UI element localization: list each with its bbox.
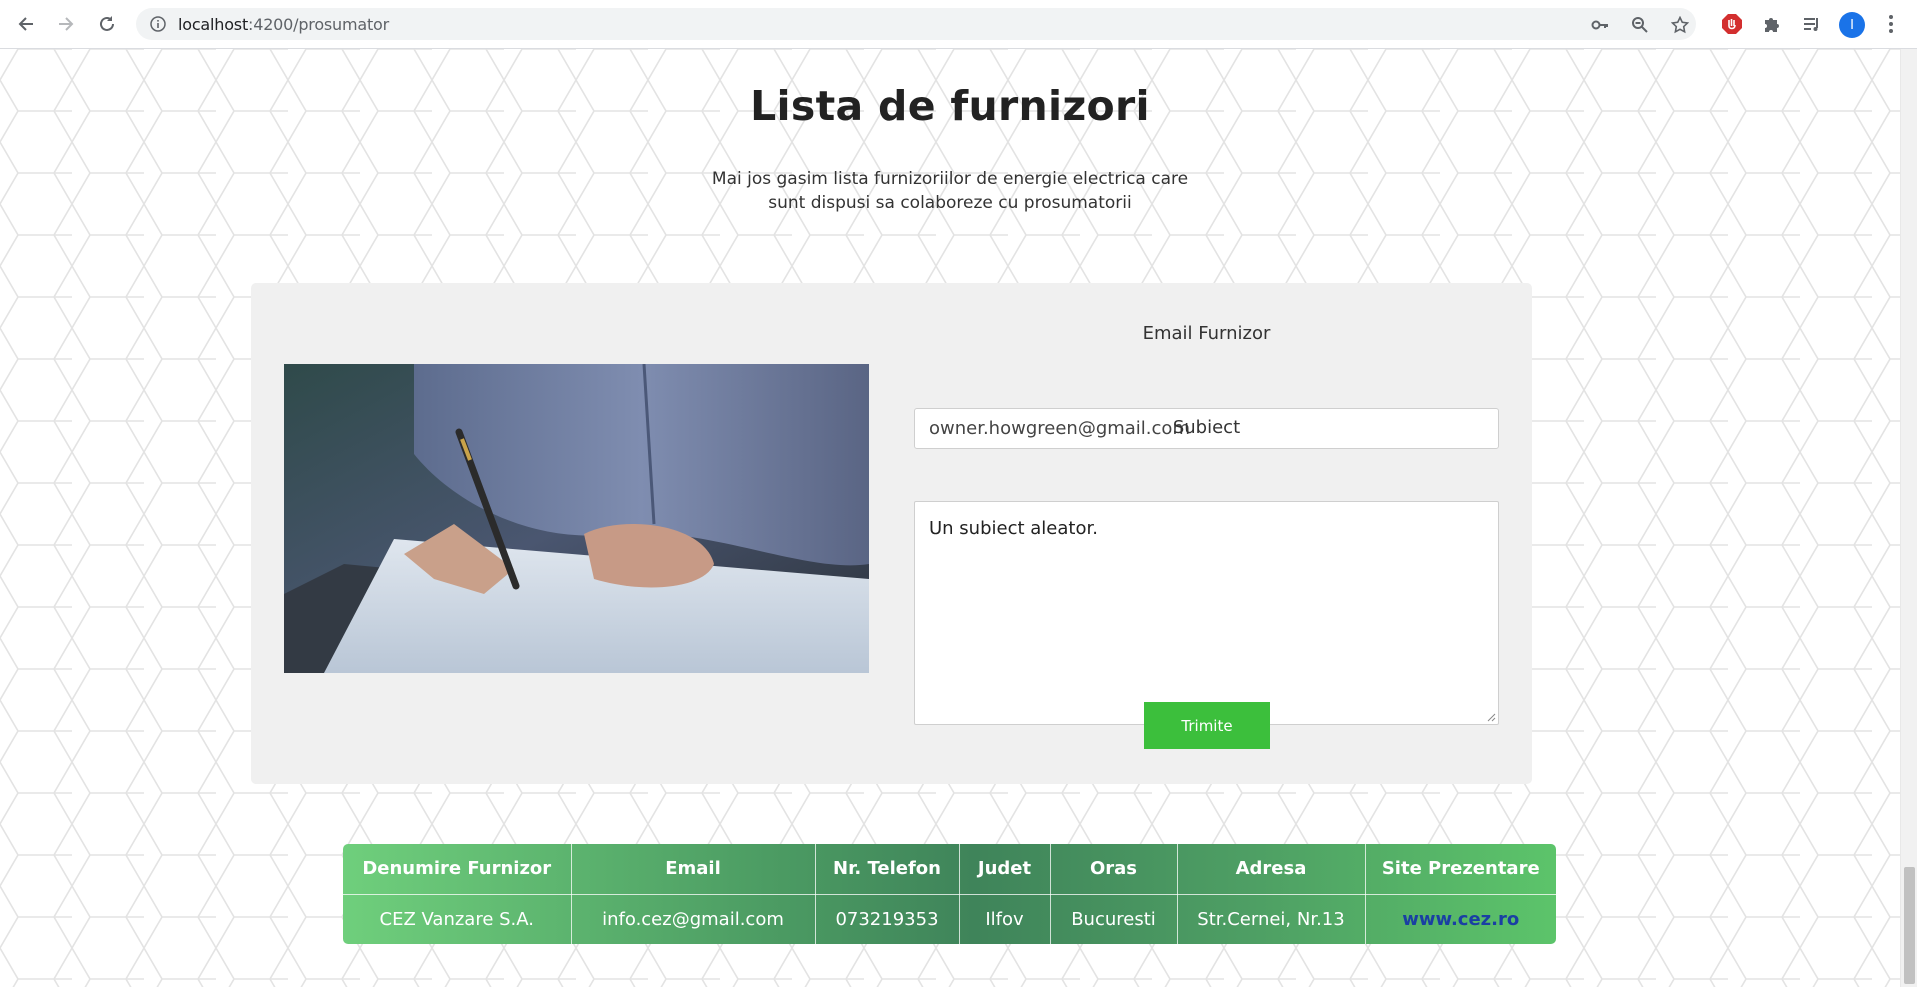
scrollbar-thumb[interactable]	[1904, 867, 1915, 984]
subiect-label: Subiect	[1172, 417, 1241, 438]
subiect-text: Un subiect aleator.	[929, 518, 1098, 539]
back-icon[interactable]	[14, 12, 38, 36]
header-denumire: Denumire Furnizor	[343, 844, 572, 895]
page-title: Lista de furnizori	[750, 82, 1150, 130]
header-oras: Oras	[1050, 844, 1178, 895]
site-link[interactable]: www.cez.ro	[1402, 909, 1519, 930]
subtitle-line-2: sunt dispusi sa colaboreze cu prosumator…	[768, 193, 1132, 213]
cell-adresa: Str.Cernei, Nr.13	[1177, 894, 1366, 944]
trimite-button[interactable]: Trimite	[1144, 702, 1270, 749]
page-subtitle: Mai jos gasim lista furnizoriilor de ene…	[0, 167, 1900, 215]
signing-document-photo	[284, 364, 869, 673]
page-viewport: Lista de furnizori Mai jos gasim lista f…	[0, 49, 1900, 987]
table-header-row: Denumire Furnizor Email Nr. Telefon Jude…	[343, 844, 1556, 895]
header-site: Site Prezentare	[1365, 844, 1556, 895]
header-email: Email	[571, 844, 816, 895]
reading-list-icon[interactable]	[1800, 12, 1824, 36]
address-bar[interactable]: localhost:4200/prosumator	[136, 8, 1696, 40]
cell-oras: Bucuresti	[1050, 894, 1178, 944]
header-judet: Judet	[959, 844, 1051, 895]
page-scrollbar[interactable]	[1900, 49, 1917, 987]
cell-email: info.cez@gmail.com	[571, 894, 816, 944]
profile-avatar[interactable]: I	[1839, 12, 1865, 38]
url-text: localhost:4200/prosumator	[178, 15, 390, 34]
bookmark-star-icon[interactable]	[1671, 16, 1689, 34]
contact-form-panel: Email Furnizor owner.howgreen@gmail.com …	[251, 283, 1532, 784]
subiect-textarea[interactable]: Un subiect aleator.	[914, 501, 1499, 725]
cell-site: www.cez.ro	[1365, 894, 1556, 944]
header-adresa: Adresa	[1177, 844, 1366, 895]
browser-toolbar: localhost:4200/prosumator I	[0, 0, 1917, 49]
site-info-icon[interactable]	[150, 16, 166, 32]
cell-judet: Ilfov	[959, 894, 1051, 944]
header-telefon: Nr. Telefon	[815, 844, 960, 895]
table-row: CEZ Vanzare S.A. info.cez@gmail.com 0732…	[343, 894, 1556, 944]
menu-kebab-icon[interactable]	[1879, 12, 1903, 36]
resize-grip-icon[interactable]	[1486, 712, 1496, 722]
adblock-extension-icon[interactable]	[1720, 12, 1744, 36]
key-icon[interactable]	[1591, 16, 1609, 34]
email-furnizor-label: Email Furnizor	[1142, 323, 1271, 344]
cell-denumire: CEZ Vanzare S.A.	[343, 894, 572, 944]
cell-telefon: 073219353	[815, 894, 960, 944]
subtitle-line-1: Mai jos gasim lista furnizoriilor de ene…	[711, 169, 1189, 189]
reload-icon[interactable]	[95, 12, 119, 36]
forward-icon[interactable]	[54, 12, 78, 36]
extensions-puzzle-icon[interactable]	[1760, 12, 1784, 36]
zoom-icon[interactable]	[1631, 16, 1649, 34]
suppliers-table: Denumire Furnizor Email Nr. Telefon Jude…	[343, 844, 1556, 944]
